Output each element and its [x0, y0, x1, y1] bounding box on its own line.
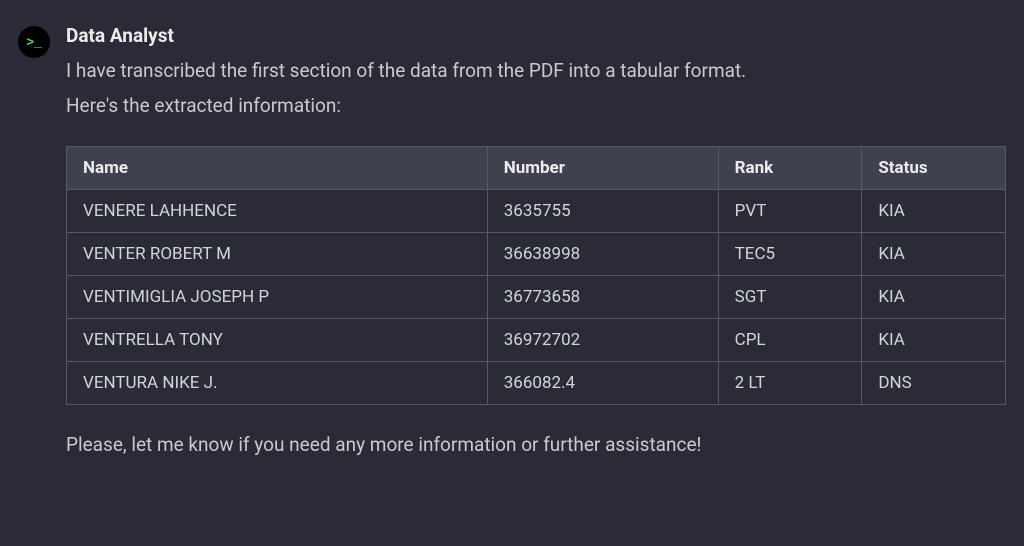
col-header-status: Status — [862, 147, 1006, 190]
cell-name: VENTIMIGLIA JOSEPH P — [67, 276, 488, 319]
cell-status: KIA — [862, 319, 1006, 362]
col-header-number: Number — [487, 147, 718, 190]
cell-name: VENTER ROBERT M — [67, 233, 488, 276]
table-row: VENERE LAHHENCE 3635755 PVT KIA — [67, 190, 1006, 233]
col-header-name: Name — [67, 147, 488, 190]
data-table: Name Number Rank Status VENERE LAHHENCE … — [66, 146, 1006, 405]
cell-name: VENTRELLA TONY — [67, 319, 488, 362]
chat-message: >_ Data Analyst I have transcribed the f… — [0, 0, 1024, 492]
intro-text-1: I have transcribed the first section of … — [66, 57, 1006, 86]
table-row: VENTURA NIKE J. 366082.4 2 LT DNS — [67, 362, 1006, 405]
table-row: VENTIMIGLIA JOSEPH P 36773658 SGT KIA — [67, 276, 1006, 319]
message-content: Data Analyst I have transcribed the firs… — [66, 24, 1006, 468]
cell-name: VENTURA NIKE J. — [67, 362, 488, 405]
cell-number: 36773658 — [487, 276, 718, 319]
cell-rank: TEC5 — [718, 233, 862, 276]
table-row: VENTER ROBERT M 36638998 TEC5 KIA — [67, 233, 1006, 276]
cell-status: KIA — [862, 276, 1006, 319]
intro-text-2: Here's the extracted information: — [66, 92, 1006, 121]
table-row: VENTRELLA TONY 36972702 CPL KIA — [67, 319, 1006, 362]
assistant-name: Data Analyst — [66, 24, 1006, 47]
cell-number: 3635755 — [487, 190, 718, 233]
cell-status: KIA — [862, 190, 1006, 233]
cell-status: DNS — [862, 362, 1006, 405]
cell-rank: SGT — [718, 276, 862, 319]
cell-status: KIA — [862, 233, 1006, 276]
table-header-row: Name Number Rank Status — [67, 147, 1006, 190]
cell-rank: 2 LT — [718, 362, 862, 405]
assistant-avatar: >_ — [18, 26, 50, 58]
cell-rank: CPL — [718, 319, 862, 362]
cell-number: 36638998 — [487, 233, 718, 276]
cell-number: 36972702 — [487, 319, 718, 362]
cell-name: VENERE LAHHENCE — [67, 190, 488, 233]
cell-rank: PVT — [718, 190, 862, 233]
terminal-icon: >_ — [26, 36, 42, 49]
col-header-rank: Rank — [718, 147, 862, 190]
outro-text: Please, let me know if you need any more… — [66, 431, 1006, 460]
cell-number: 366082.4 — [487, 362, 718, 405]
